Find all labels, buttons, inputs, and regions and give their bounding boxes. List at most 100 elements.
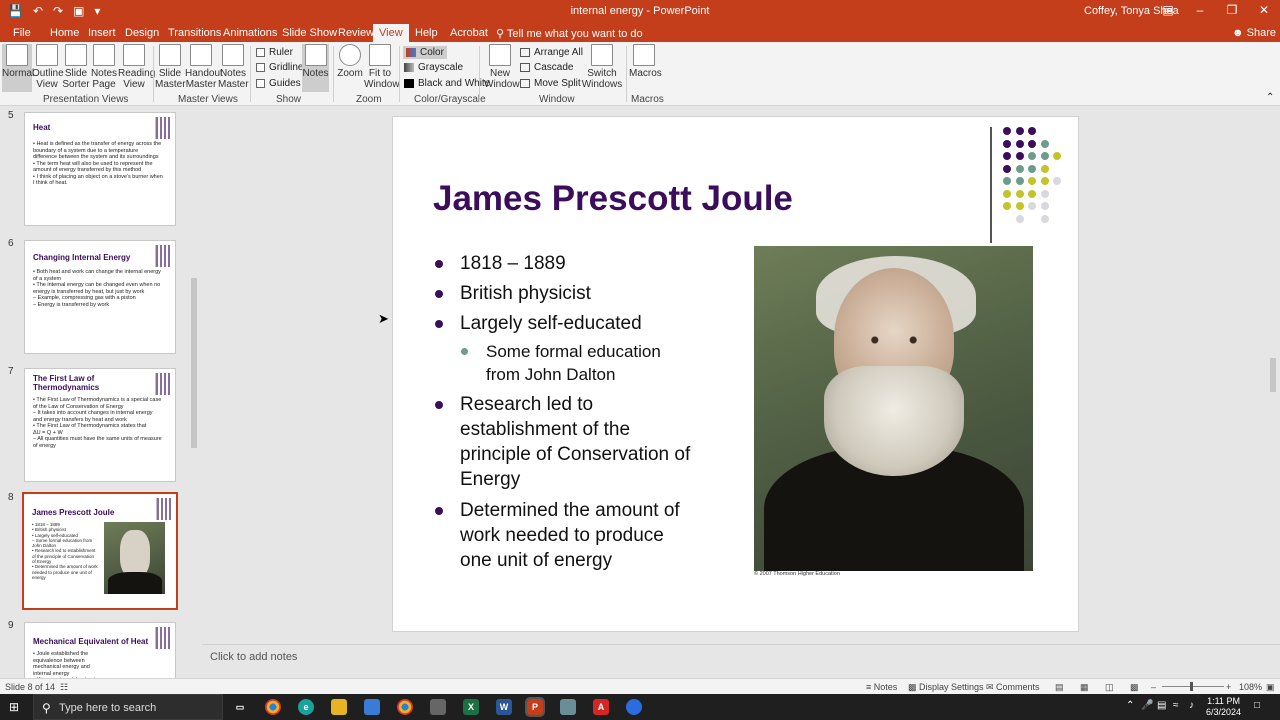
fit-to-window-button[interactable]: Fit to Window [364, 44, 400, 90]
reading-view-status-icon[interactable]: ◫ [1105, 682, 1114, 693]
cascade-button[interactable]: Cascade [520, 62, 573, 73]
excel-icon[interactable]: X [463, 699, 479, 715]
tell-me-search[interactable]: ⚲ Tell me what you want to do [496, 27, 643, 40]
tab-view[interactable]: View [373, 24, 409, 42]
notifications-icon[interactable]: □ [1254, 700, 1260, 711]
calculator-icon[interactable] [430, 699, 446, 715]
slide-thumbnail[interactable]: Heat • Heat is defined as the transfer o… [24, 112, 176, 226]
tab-help[interactable]: Help [415, 27, 438, 39]
zoom-level[interactable]: 108% [1239, 682, 1262, 692]
bullet-item[interactable]: Largely self-educated [435, 311, 730, 336]
windows-start-icon[interactable]: ⊞ [9, 700, 19, 714]
collapse-ribbon-icon[interactable]: ⌃ [1266, 92, 1274, 103]
portrait-beard [824, 366, 964, 476]
notes-placeholder[interactable]: Click to add notes [210, 651, 297, 663]
zoom-in-icon[interactable]: + [1226, 682, 1231, 692]
tab-acrobat[interactable]: Acrobat [450, 27, 488, 39]
file-explorer-icon[interactable] [331, 699, 347, 715]
new-window-button[interactable]: New Window [484, 44, 520, 90]
bullet-item[interactable]: 1818 – 1889 [435, 251, 730, 276]
share-button[interactable]: ☻ Share [1232, 27, 1276, 39]
zoom-slider-thumb[interactable] [1190, 682, 1193, 691]
slide-sorter-status-icon[interactable]: ▦ [1080, 682, 1089, 693]
macros-button[interactable]: Macros [629, 44, 662, 79]
handout-master-button[interactable]: Handout Master [185, 44, 223, 90]
guides-checkbox[interactable]: Guides [256, 78, 301, 89]
notes-status-button[interactable]: ≡ Notes [866, 682, 897, 692]
zoom-button[interactable]: Zoom [336, 44, 364, 79]
ribbon-display-icon[interactable]: ▤ [1152, 0, 1184, 22]
slide-thumbnail[interactable]: Mechanical Equivalent of Heat • Joule es… [24, 622, 176, 678]
word-icon[interactable]: W [496, 699, 512, 715]
wifi-icon[interactable]: ≈ [1173, 700, 1179, 711]
notes-master-button[interactable]: Notes Master [218, 44, 249, 90]
color-button[interactable]: Color [403, 46, 447, 59]
display-settings-button[interactable]: ▩ Display Settings [908, 682, 984, 693]
network-icon[interactable]: ▤ [1157, 700, 1166, 711]
thumbnail-scrollbar[interactable] [189, 110, 199, 670]
ruler-checkbox[interactable]: Ruler [256, 47, 293, 58]
taskbar-clock[interactable]: 1:11 PM 6/3/2024 [1206, 696, 1241, 718]
show-hidden-icons[interactable]: ⌃ [1126, 700, 1134, 711]
taskbar-search[interactable]: ⚲ Type here to search [33, 694, 223, 720]
minimize-icon[interactable]: – [1184, 0, 1216, 22]
sub-bullet-item[interactable]: Some formal education from John Dalton [461, 340, 706, 386]
volume-icon[interactable]: ♪ [1189, 700, 1194, 711]
slide-thumbnail-selected[interactable]: James Prescott Joule • 1818 – 1889 • Bri… [22, 492, 178, 610]
calendar-app-icon[interactable] [364, 699, 380, 715]
bullet-item[interactable]: Determined the amount of work needed to p… [435, 498, 730, 573]
tab-insert[interactable]: Insert [88, 27, 116, 39]
joule-portrait-image[interactable] [754, 246, 1033, 571]
chrome-icon[interactable] [265, 699, 281, 715]
bullet-item[interactable]: British physicist [435, 281, 730, 306]
tab-home[interactable]: Home [50, 27, 79, 39]
comments-button[interactable]: ✉ Comments [986, 682, 1040, 693]
gridlines-checkbox[interactable]: Gridlines [256, 62, 308, 73]
notes-toggle-button[interactable]: Notes [302, 44, 329, 92]
slide-master-button[interactable]: Slide Master [155, 44, 186, 90]
bullet-item[interactable]: Research led to establishment of the princ… [435, 392, 730, 492]
notes-pane[interactable]: Click to add notes [202, 644, 1280, 678]
tab-animations[interactable]: Animations [223, 27, 277, 39]
slide-canvas[interactable]: James Prescott Joule 1818 – 1889 British… [392, 116, 1079, 632]
zoom-slider-track[interactable] [1162, 686, 1224, 687]
snipping-tool-icon[interactable] [560, 699, 576, 715]
zoom-app-icon[interactable] [626, 699, 642, 715]
tab-file[interactable]: File [13, 27, 31, 39]
slide-thumbnail[interactable]: The First Law of Thermodynamics • The Fi… [24, 368, 176, 482]
chrome-profile-icon[interactable] [397, 699, 413, 715]
slide-title[interactable]: James Prescott Joule [433, 179, 793, 219]
normal-view-status-icon[interactable]: ▤ [1055, 682, 1064, 693]
decorative-dot [1028, 152, 1036, 160]
fit-slide-icon[interactable]: ▣ [1266, 682, 1275, 693]
grayscale-button[interactable]: Grayscale [404, 62, 463, 73]
arrange-all-button[interactable]: Arrange All [520, 47, 583, 58]
scrollbar-thumb[interactable] [191, 278, 197, 448]
reading-view-button[interactable]: Reading View [118, 44, 155, 90]
normal-view-button[interactable]: Normal [2, 44, 34, 92]
slideshow-status-icon[interactable]: ▩ [1130, 682, 1139, 693]
tab-design[interactable]: Design [125, 27, 159, 39]
close-icon[interactable]: ✕ [1248, 0, 1280, 22]
task-view-icon[interactable]: ▭ [232, 699, 248, 715]
slide-scrollbar[interactable] [1268, 110, 1278, 630]
acrobat-icon[interactable]: A [593, 699, 609, 715]
restore-icon[interactable]: ❐ [1216, 0, 1248, 22]
powerpoint-icon[interactable]: P [525, 697, 545, 717]
accessibility-icon[interactable]: ☷ [60, 682, 68, 693]
group-divider [250, 46, 251, 102]
tab-review[interactable]: Review [338, 27, 374, 39]
notes-page-button[interactable]: Notes Page [90, 44, 118, 90]
outline-view-button[interactable]: Outline View [32, 44, 64, 90]
edge-icon[interactable]: e [298, 699, 314, 715]
slide-sorter-button[interactable]: Slide Sorter [62, 44, 90, 90]
microphone-icon[interactable]: 🎤 [1141, 700, 1153, 711]
tab-transitions[interactable]: Transitions [168, 27, 221, 39]
slide-thumbnail[interactable]: Changing Internal Energy • Both heat and… [24, 240, 176, 354]
tab-slide-show[interactable]: Slide Show [282, 27, 337, 39]
black-and-white-button[interactable]: Black and White [404, 78, 490, 89]
move-split-button[interactable]: Move Split [520, 78, 581, 89]
zoom-out-icon[interactable]: – [1151, 682, 1156, 692]
switch-windows-button[interactable]: Switch Windows [581, 44, 623, 90]
scrollbar-thumb[interactable] [1270, 358, 1276, 392]
